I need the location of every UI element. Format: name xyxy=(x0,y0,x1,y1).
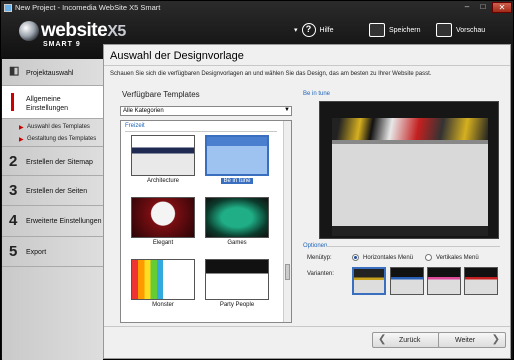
chevron-down-icon: ▼ xyxy=(284,107,290,113)
page-description: Schauen Sie sich die verfügbaren Designv… xyxy=(110,71,432,77)
template-gallery: Freizeit Architecture Be in tune Elegant… xyxy=(120,120,292,323)
horizontal-menu-label: Horizontales Menü xyxy=(363,255,414,261)
options-title: Optionen xyxy=(303,243,328,249)
radio-vertical-menu[interactable] xyxy=(425,254,432,261)
main-panel: Auswahl der Designvorlage Schauen Sie si… xyxy=(103,44,511,359)
template-thumbnail xyxy=(205,197,269,238)
scrollbar-thumb[interactable] xyxy=(285,264,290,280)
gallery-scrollbar[interactable] xyxy=(283,121,291,322)
preview-footer xyxy=(332,226,488,236)
page-title: Auswahl der Designvorlage xyxy=(110,50,244,62)
divider xyxy=(125,131,277,132)
sidebar: ◧ Projektauswahl Allgemeine Einstellunge… xyxy=(2,59,103,360)
template-thumbnail xyxy=(131,197,195,238)
preview-icon xyxy=(436,23,452,37)
preview-title: Be in tune xyxy=(303,91,331,97)
template-party-people[interactable]: Party People xyxy=(205,259,269,308)
template-name: Party People xyxy=(219,302,255,308)
template-thumbnail xyxy=(205,259,269,300)
app-icon xyxy=(4,4,12,12)
template-preview xyxy=(319,101,499,239)
template-name: Elegant xyxy=(152,240,174,246)
sidebar-item-export[interactable]: 5 Export xyxy=(2,237,103,267)
subitem-auswahl-templates[interactable]: ▶ Auswahl des Templates xyxy=(2,123,103,133)
close-button[interactable]: ✕ xyxy=(492,2,512,13)
save-icon xyxy=(369,23,385,37)
arrow-right-icon: ▶ xyxy=(19,125,24,131)
home-icon: ◧ xyxy=(9,65,20,77)
save-label: Speichern xyxy=(389,26,421,34)
templates-title: Verfügbare Templates xyxy=(122,90,200,99)
logo-version: X5 xyxy=(107,23,126,40)
sidebar-item-projektauswahl[interactable]: ◧ Projektauswahl xyxy=(2,59,103,86)
divider xyxy=(326,246,500,247)
divider xyxy=(104,65,510,66)
template-thumbnail xyxy=(131,135,195,176)
maximize-button[interactable]: □ xyxy=(476,2,490,13)
sidebar-item-allgemeine-einstellungen[interactable]: Allgemeine Einstellungen xyxy=(2,86,103,119)
template-games[interactable]: Games xyxy=(205,197,269,246)
help-icon: ? xyxy=(301,23,316,37)
back-button[interactable]: ❮ Zurück xyxy=(372,332,440,348)
menu-type-label: Menütyp: xyxy=(307,255,332,261)
help-label: Hilfe xyxy=(319,26,334,34)
template-thumbnail xyxy=(131,259,195,300)
vertical-menu-label: Vertikales Menü xyxy=(436,255,479,261)
active-indicator xyxy=(11,93,14,111)
sidebar-item-seiten[interactable]: 3 Erstellen der Seiten xyxy=(2,176,103,206)
logo-wordmark: website xyxy=(41,20,108,41)
radio-horizontal-menu[interactable] xyxy=(352,254,359,261)
variant-4[interactable] xyxy=(464,267,498,295)
subitem-gestaltung-templates[interactable]: ▶ Gestaltung des Templates xyxy=(2,135,103,145)
next-button[interactable]: Weiter ❯ xyxy=(438,332,506,348)
arrow-right-icon: ▶ xyxy=(19,137,24,143)
preview-header xyxy=(332,118,488,140)
variant-3[interactable] xyxy=(427,267,461,295)
template-name: Architecture xyxy=(146,178,179,184)
template-name: Be in tune xyxy=(221,178,253,184)
variants-label: Varianten: xyxy=(307,271,334,277)
dropdown-arrow-icon: ▾ xyxy=(294,27,298,34)
preview-button[interactable]: Vorschau xyxy=(436,23,485,37)
logo-edition: SMART 9 xyxy=(43,41,81,48)
preview-body xyxy=(332,144,488,226)
title-bar: New Project - Incomedia WebSite X5 Smart… xyxy=(1,1,514,15)
category-select[interactable]: Alle Kategorien ▼ xyxy=(120,106,292,116)
preview-label: Vorschau xyxy=(456,26,486,34)
minimize-button[interactable]: – xyxy=(460,2,474,13)
template-monster[interactable]: Monster xyxy=(131,259,195,308)
sidebar-item-sitemap[interactable]: 2 Erstellen der Sitemap xyxy=(2,146,103,176)
group-label: Freizeit xyxy=(125,123,145,129)
chevron-left-icon: ❮ xyxy=(378,334,387,345)
template-name: Games xyxy=(227,240,247,246)
chevron-right-icon: ❯ xyxy=(491,334,500,345)
save-button[interactable]: Speichern xyxy=(369,23,421,37)
help-button[interactable]: ▾ ? Hilfe xyxy=(294,23,334,37)
divider xyxy=(104,326,510,327)
variant-2[interactable] xyxy=(390,267,424,295)
category-select-value: Alle Kategorien xyxy=(123,108,164,114)
app-window: New Project - Incomedia WebSite X5 Smart… xyxy=(0,0,514,360)
template-name: Monster xyxy=(152,302,174,308)
sidebar-item-erweiterte-einstellungen[interactable]: 4 Erweiterte Einstellungen xyxy=(2,206,103,237)
template-architecture[interactable]: Architecture xyxy=(131,135,195,184)
window-title: New Project - Incomedia WebSite X5 Smart xyxy=(15,3,161,12)
logo-globe-icon xyxy=(19,21,39,41)
template-be-in-tune[interactable]: Be in tune xyxy=(205,135,269,184)
variant-1[interactable] xyxy=(352,267,386,295)
template-thumbnail xyxy=(205,135,269,176)
template-elegant[interactable]: Elegant xyxy=(131,197,195,246)
